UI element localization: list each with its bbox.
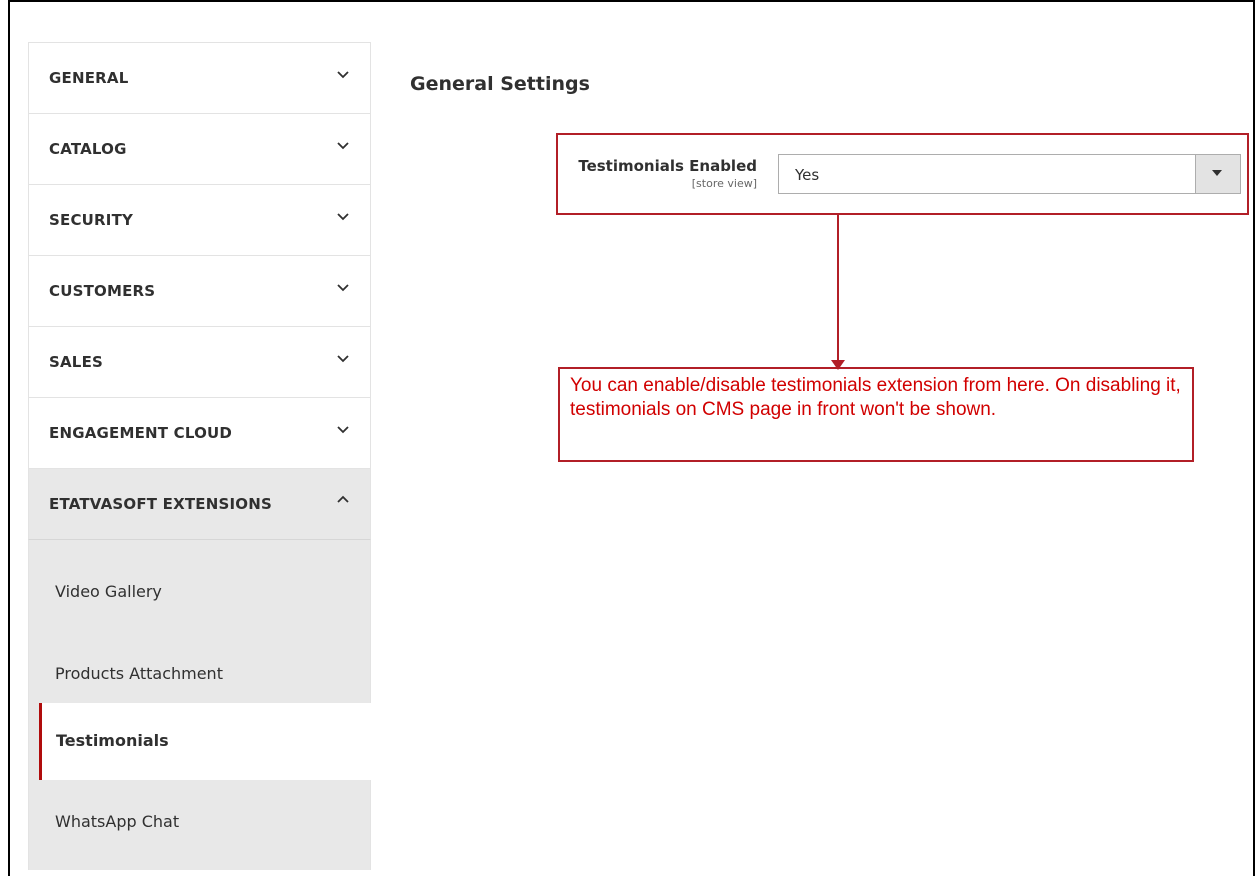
- sidebar-item-label: Testimonials: [56, 731, 169, 750]
- select-value: Yes: [795, 166, 820, 184]
- highlight-box: Testimonials Enabled [store view] Yes: [556, 133, 1249, 215]
- sidebar-item-testimonials[interactable]: Testimonials: [39, 703, 371, 780]
- chevron-down-icon: [337, 213, 349, 221]
- caret-down-icon: [1212, 170, 1222, 176]
- field-label: Testimonials Enabled: [578, 157, 757, 175]
- annotation-callout: You can enable/disable testimonials exte…: [558, 367, 1194, 462]
- sidebar-item-video-gallery[interactable]: Video Gallery: [29, 540, 370, 626]
- sidebar-item-label: Products Attachment: [55, 664, 223, 683]
- config-sidebar: GENERAL CATALOG SECURITY CUSTOMERS SALES…: [28, 42, 371, 870]
- sidebar-item-label: WhatsApp Chat: [55, 812, 180, 831]
- tab-label: SALES: [49, 353, 104, 371]
- chevron-down-icon: [337, 426, 349, 434]
- field-scope: [store view]: [691, 177, 757, 190]
- field-label-group: Testimonials Enabled [store view]: [578, 157, 757, 190]
- tab-label: ENGAGEMENT CLOUD: [49, 424, 233, 442]
- select-toggle-button[interactable]: [1195, 155, 1240, 193]
- tab-engagement-cloud[interactable]: ENGAGEMENT CLOUD: [28, 397, 371, 468]
- tab-security[interactable]: SECURITY: [28, 184, 371, 255]
- testimonials-enabled-select[interactable]: Yes: [778, 154, 1241, 194]
- tab-etatvasoft-extensions[interactable]: ETATVASOFT EXTENSIONS: [28, 468, 371, 539]
- extensions-submenu: Video Gallery Products Attachment Testim…: [28, 539, 371, 870]
- chevron-down-icon: [337, 142, 349, 150]
- tab-customers[interactable]: CUSTOMERS: [28, 255, 371, 326]
- chevron-down-icon: [337, 71, 349, 79]
- chevron-down-icon: [337, 284, 349, 292]
- sidebar-item-label: Video Gallery: [55, 582, 162, 601]
- tab-label: CUSTOMERS: [49, 282, 156, 300]
- page-title: General Settings: [410, 73, 590, 95]
- sidebar-item-whatsapp-chat[interactable]: WhatsApp Chat: [29, 780, 370, 870]
- tab-label: GENERAL: [49, 69, 129, 87]
- tab-label: SECURITY: [49, 211, 134, 229]
- tab-label: ETATVASOFT EXTENSIONS: [49, 495, 272, 513]
- tab-sales[interactable]: SALES: [28, 326, 371, 397]
- chevron-down-icon: [337, 355, 349, 363]
- tab-label: CATALOG: [49, 140, 127, 158]
- tab-catalog[interactable]: CATALOG: [28, 113, 371, 184]
- tab-general[interactable]: GENERAL: [28, 42, 371, 113]
- annotation-arrow-line: [837, 215, 839, 363]
- chevron-up-icon: [337, 495, 349, 503]
- sidebar-item-products-attachment[interactable]: Products Attachment: [29, 626, 370, 703]
